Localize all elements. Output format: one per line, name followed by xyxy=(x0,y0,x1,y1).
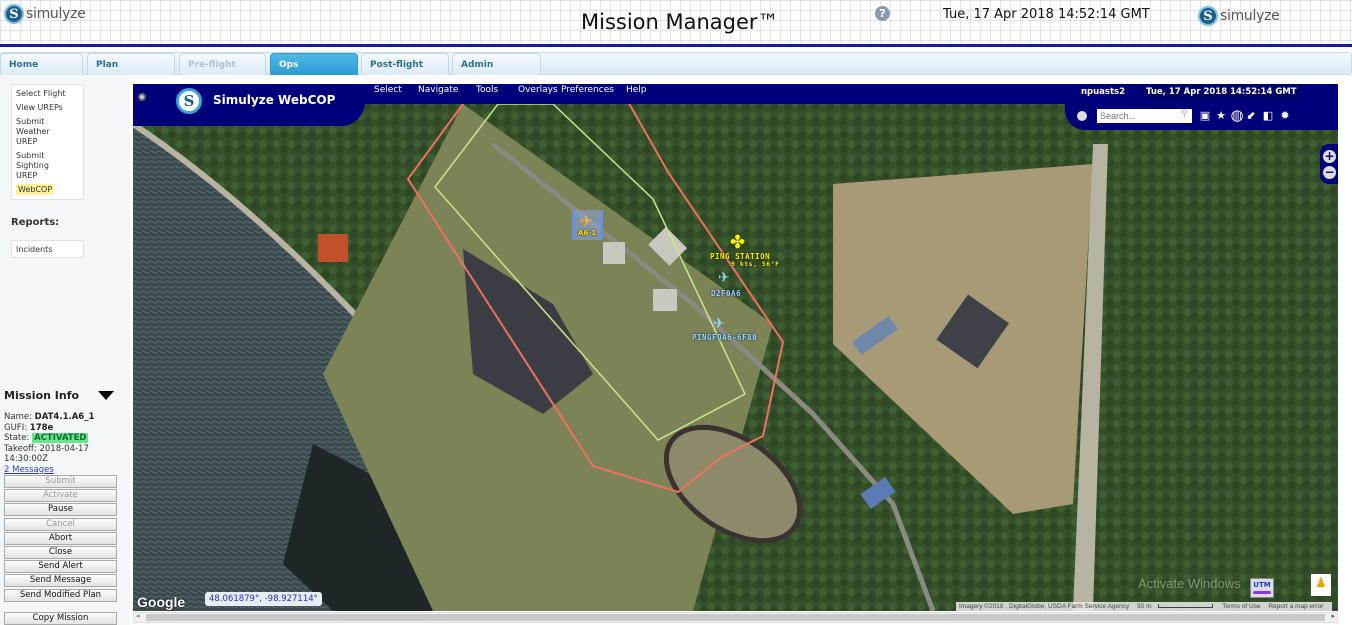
help-icon[interactable]: ? xyxy=(875,6,890,21)
tab-ops[interactable]: Ops xyxy=(270,53,358,75)
webcop-brand: S Simulyze WebCOP xyxy=(133,84,365,126)
mission-gufi: 178e xyxy=(29,422,54,433)
menu-overlays[interactable]: Overlays xyxy=(518,85,558,95)
scale-bar: 50 m xyxy=(1137,603,1152,610)
simulyze-logo-icon: S xyxy=(4,4,24,24)
satellite-imagery xyxy=(133,84,1338,611)
sidebar-item-incidents[interactable]: Incidents xyxy=(11,240,84,258)
mission-info-title: Mission Info xyxy=(4,389,80,402)
ping-station-icon[interactable]: ✤ xyxy=(730,232,745,253)
zoom-out-button[interactable]: − xyxy=(1323,166,1336,179)
panel-icon[interactable]: ◧ xyxy=(1261,108,1275,122)
collapse-triangle-icon[interactable] xyxy=(98,391,114,400)
star-icon[interactable]: ★ xyxy=(1214,108,1228,122)
send-message-button[interactable]: Send Message xyxy=(4,574,117,588)
arrow-icon[interactable]: ⬋ xyxy=(1244,108,1258,122)
mission-actions: Submit Activate Pause Cancel Abort Close… xyxy=(4,475,117,603)
aircraft-icon[interactable]: ✈ xyxy=(718,270,730,286)
menu-help[interactable]: Help xyxy=(626,85,647,95)
sidebar-item-submit-sighting-urep[interactable]: Submit Sighting UREP xyxy=(12,149,62,183)
ping-station-sub: 9 kts, 56°F xyxy=(731,260,780,268)
aircraft-icon: ✈ xyxy=(580,212,593,230)
submit-button: Submit xyxy=(4,475,117,488)
search-icon[interactable]: ⚲ xyxy=(1181,109,1188,119)
tab-pre-flight: Pre-flight xyxy=(179,53,266,75)
status-badge: ACTIVATED xyxy=(32,433,89,443)
aircraft-label-pingf0a6: PINGF0A6-6F80 xyxy=(692,333,758,342)
os-watermark: Activate Windows xyxy=(1138,576,1241,591)
pause-button[interactable]: Pause xyxy=(4,503,117,517)
simulyze-logo: S simulyze xyxy=(4,4,86,24)
gear-icon[interactable]: ✹ xyxy=(1278,108,1292,122)
tab-post-flight[interactable]: Post-flight xyxy=(361,53,449,75)
webcop-map[interactable]: ✈ A6-1 ✤ PING STATION 9 kts, 56°F ✈ D2F0… xyxy=(133,84,1338,611)
globe-icon[interactable]: ◍ xyxy=(1230,106,1244,124)
image-icon[interactable]: ▣ xyxy=(1198,108,1212,122)
collapse-icon[interactable] xyxy=(138,93,146,101)
simulyze-logo-icon: S xyxy=(176,88,202,114)
report-error-link[interactable]: Report a map error xyxy=(1268,603,1323,610)
messages-link[interactable]: 2 Messages xyxy=(4,465,54,475)
sidebar-menu: Select Flight View UREPs Submit Weather … xyxy=(11,84,84,200)
sidebar-item-webcop[interactable]: WebCOP xyxy=(12,183,83,197)
activate-button: Activate xyxy=(4,489,117,503)
takeoff-date: 2018-04-17 xyxy=(39,443,89,454)
tab-admin[interactable]: Admin xyxy=(452,53,541,75)
username: npuasts2 xyxy=(1081,87,1126,97)
abort-button[interactable]: Abort xyxy=(4,531,117,545)
scroll-left-icon[interactable]: ◂ xyxy=(136,612,140,620)
sidebar-item-view-ureps[interactable]: View UREPs xyxy=(12,101,83,115)
send-alert-button[interactable]: Send Alert xyxy=(4,560,117,574)
cursor-coordinates: 48.061879°, -98.927114° xyxy=(205,592,322,606)
copy-mission-button[interactable]: Copy Mission xyxy=(4,612,117,625)
reports-heading: Reports: xyxy=(11,217,60,228)
google-logo: Google xyxy=(137,594,186,610)
horizontal-scrollbar[interactable]: ◂ ▸ xyxy=(133,612,1338,623)
scale-bar-line xyxy=(1157,604,1213,608)
aircraft-label-d2f0a6: D2F0A6 xyxy=(711,289,742,298)
menu-preferences[interactable]: Preferences xyxy=(561,85,614,95)
zoom-control: + − xyxy=(1320,144,1338,184)
sidebar-item-select-flight[interactable]: Select Flight xyxy=(12,87,83,101)
mission-info-details: Name: DAT4.1.A6_1 GUFI: 178e State: ACTI… xyxy=(4,412,95,475)
app-header: S simulyze Mission Manager™ ? Tue, 17 Ap… xyxy=(0,0,1352,44)
mission-name: DAT4.1.A6_1 xyxy=(34,412,95,422)
terms-link[interactable]: Terms of Use xyxy=(1222,603,1260,610)
menu-navigate[interactable]: Navigate xyxy=(418,85,458,95)
collapse-up-icon[interactable] xyxy=(1077,111,1087,121)
scroll-right-icon[interactable]: ▸ xyxy=(1331,612,1335,620)
menu-select[interactable]: Select xyxy=(374,85,402,95)
zoom-in-button[interactable]: + xyxy=(1323,150,1336,163)
simulyze-logo-icon: S xyxy=(1198,6,1218,26)
menu-tools[interactable]: Tools xyxy=(476,85,498,95)
header-clock: Tue, 17 Apr 2018 14:52:14 GMT xyxy=(943,7,1150,22)
aircraft-a6-1[interactable]: ✈ A6-1 xyxy=(572,210,603,240)
search-input[interactable] xyxy=(1097,109,1192,123)
simulyze-logo-right: S simulyze xyxy=(1198,6,1280,26)
scrollbar-thumb[interactable] xyxy=(146,614,1325,621)
takeoff-time: 14:30:00Z xyxy=(4,454,48,464)
aircraft-icon[interactable]: ✈ xyxy=(713,316,725,332)
send-modified-plan-button[interactable]: Send Modified Plan xyxy=(4,588,117,602)
utm-button[interactable]: UTM xyxy=(1250,578,1274,598)
tab-plan[interactable]: Plan xyxy=(87,53,175,75)
tab-home[interactable]: Home xyxy=(0,53,83,75)
header-divider xyxy=(0,44,1352,47)
app-title: Mission Manager™ xyxy=(581,10,779,34)
sidebar-item-submit-weather-urep[interactable]: Submit Weather UREP xyxy=(12,115,62,149)
close-button[interactable]: Close xyxy=(4,545,117,559)
cancel-button: Cancel xyxy=(4,517,117,531)
map-attribution: Imagery ©2018 , DigitalGlobe, USDA Farm … xyxy=(956,602,1333,611)
pegman-icon[interactable]: ♟ xyxy=(1311,574,1331,596)
webcop-clock: Tue, 17 Apr 2018 14:52:14 GMT xyxy=(1143,85,1300,99)
